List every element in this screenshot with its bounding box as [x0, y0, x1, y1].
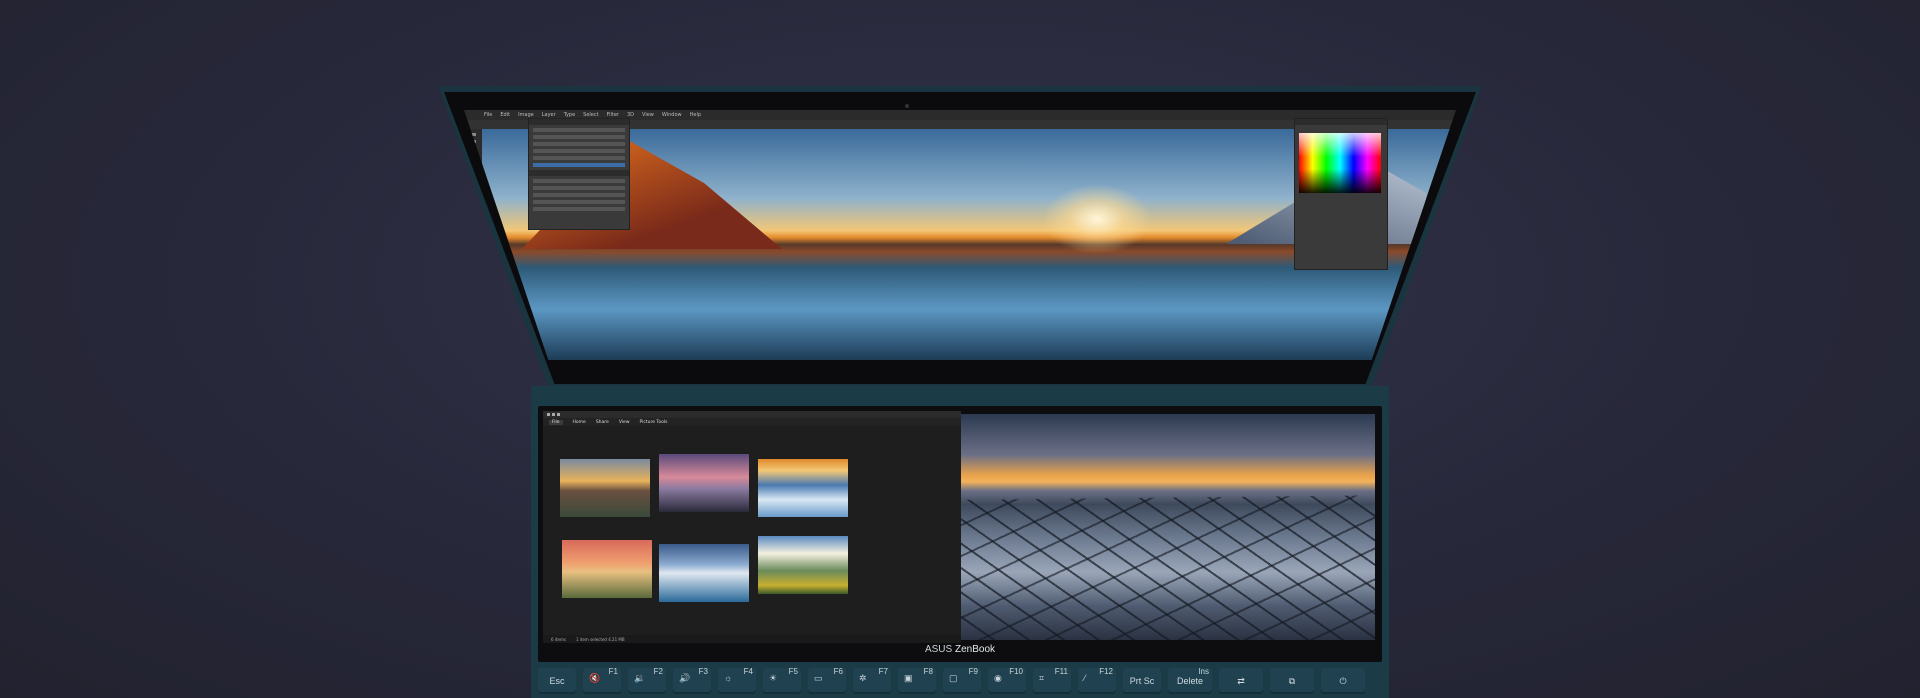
photo-thumbnail[interactable]: [758, 536, 848, 594]
camera-icon: ◉: [994, 673, 1002, 683]
brand-logo: ASUS ZenBook: [900, 644, 1020, 655]
volume-down-icon: 🔉: [634, 673, 646, 683]
key-fn-label: F5: [788, 667, 798, 676]
photo-thumbnail[interactable]: [560, 459, 650, 517]
key-f8[interactable]: ▣ F8: [898, 667, 936, 694]
key-esc[interactable]: Esc: [538, 668, 576, 694]
key-fn-label: F6: [833, 667, 843, 676]
tab-share[interactable]: Share: [596, 420, 609, 425]
key-label: Esc: [549, 676, 565, 686]
key-fn-label: F7: [878, 667, 888, 676]
menu-help[interactable]: Help: [690, 112, 701, 118]
explorer-statusbar: 6 items 1 item selected 4.21 MB: [543, 635, 961, 643]
menu-window[interactable]: Window: [662, 112, 682, 118]
touchpad-icon: ▭: [814, 673, 823, 683]
volume-up-icon: 🔊: [679, 673, 691, 683]
key-fn-label: F10: [1009, 667, 1023, 676]
keyboard-function-row: Esc 🔇 F1 🔉 F2 🔊 F3 ☼ F4 ☀ F5 ▭ F6 ✲ F7 ▣ F8 ▢ F9 …: [538, 667, 1382, 698]
screenpad-toggle-icon: ⇄: [1237, 675, 1245, 686]
key-f12[interactable]: ⁄ F12: [1078, 667, 1116, 694]
tab-home[interactable]: Home: [573, 420, 586, 425]
photo-thumbnail[interactable]: [562, 540, 652, 598]
explorer-ribbon: File Home Share View Picture Tools: [543, 418, 961, 426]
backlight-icon: ✲: [859, 673, 867, 683]
key-f7[interactable]: ✲ F7: [853, 667, 891, 694]
screenshot-icon: ⌗: [1039, 673, 1045, 683]
key-f1[interactable]: 🔇 F1: [583, 667, 621, 694]
key-f2[interactable]: 🔉 F2: [628, 667, 666, 694]
mute-icon: 🔇: [589, 673, 601, 683]
key-fn-label: F9: [968, 667, 978, 676]
key-f6[interactable]: ▭ F6: [808, 667, 846, 694]
sunburst: [1042, 184, 1152, 254]
tab-picture-tools[interactable]: Picture Tools: [640, 420, 668, 425]
explorer-titlebar: [543, 411, 961, 418]
photo-thumbnail[interactable]: [659, 544, 749, 602]
power-icon: ⏻: [1339, 675, 1347, 686]
key-f5[interactable]: ☀ F5: [763, 667, 801, 694]
key-f11[interactable]: ⌗ F11: [1033, 667, 1071, 694]
key-label: Prt Sc: [1129, 676, 1155, 686]
file-explorer-window[interactable]: File Home Share View Picture Tools 6 ite…: [543, 411, 961, 643]
menu-file[interactable]: File: [484, 112, 492, 118]
photo-thumbnail[interactable]: [659, 454, 749, 512]
ice-cracks: [961, 495, 1375, 640]
main-display: File Edit Image Layer Type Select Filter…: [464, 110, 1456, 360]
key-fn-label: F8: [923, 667, 933, 676]
status-selection: 1 item selected 4.21 MB: [575, 636, 625, 642]
tab-view[interactable]: View: [619, 420, 630, 425]
photo-thumbnail[interactable]: [758, 459, 848, 517]
color-picker-field[interactable]: [1299, 133, 1381, 193]
brightness-up-icon: ☀: [769, 673, 778, 683]
key-power[interactable]: ⏻: [1321, 668, 1365, 694]
key-prtsc[interactable]: Prt Sc: [1123, 668, 1161, 694]
key-f10[interactable]: ◉ F10: [988, 667, 1026, 694]
app-switch-icon: ⧉: [1288, 675, 1296, 686]
key-app-switch[interactable]: ⧉: [1270, 668, 1314, 694]
history-properties-panel[interactable]: [528, 118, 630, 230]
key-delete[interactable]: Delete Ins: [1168, 667, 1212, 694]
frozen-lake-photo[interactable]: [961, 414, 1375, 640]
key-f4[interactable]: ☼ F4: [718, 667, 756, 694]
key-fn-label: F12: [1099, 667, 1113, 676]
key-fn-label: F4: [743, 667, 753, 676]
screen-lock-icon: ▢: [949, 673, 958, 683]
color-layers-panel[interactable]: [1294, 118, 1388, 270]
brightness-down-icon: ☼: [724, 673, 733, 683]
key-fn-label: F11: [1054, 667, 1068, 676]
display-icon: ▣: [904, 673, 913, 683]
key-fn-label: F3: [698, 667, 708, 676]
key-fn-label: F1: [608, 667, 618, 676]
key-label: Delete: [1176, 676, 1203, 686]
key-f9[interactable]: ▢ F9: [943, 667, 981, 694]
key-fn-label: Ins: [1198, 667, 1209, 676]
tab-file[interactable]: File: [549, 419, 563, 425]
myasus-icon: ⁄: [1084, 673, 1086, 683]
status-item-count: 6 items: [551, 636, 566, 642]
menu-edit[interactable]: Edit: [500, 112, 510, 118]
key-fn-label: F2: [653, 667, 663, 676]
brand-prefix: ASUS: [924, 644, 953, 655]
key-f3[interactable]: 🔊 F3: [673, 667, 711, 694]
key-screenpad-toggle[interactable]: ⇄: [1219, 668, 1263, 694]
webcam: [905, 104, 909, 108]
brand-name: ZenBook: [954, 644, 996, 655]
menu-view[interactable]: View: [642, 112, 654, 118]
